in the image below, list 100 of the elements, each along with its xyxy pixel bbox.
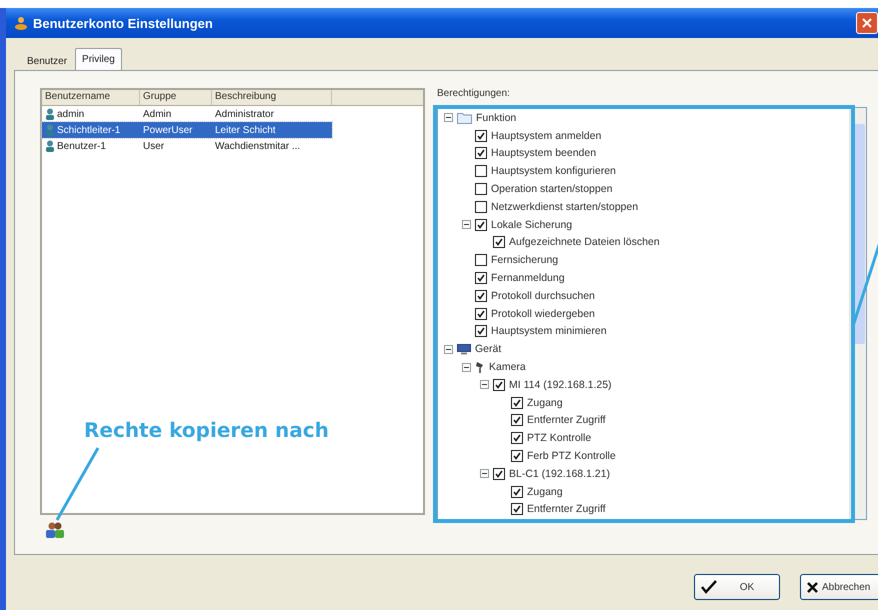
minus-icon <box>464 364 469 370</box>
minus-icon <box>464 222 469 228</box>
tree-item-label[interactable]: MI 114 (192.168.1.25) <box>509 378 612 391</box>
table-cell-text: PowerUser <box>142 124 194 136</box>
checkbox[interactable] <box>475 147 487 160</box>
tab[interactable]: Privileg <box>75 48 122 70</box>
tree-item-label[interactable]: Fernanmeldung <box>491 272 565 284</box>
checkbox[interactable] <box>475 218 487 231</box>
column-header[interactable]: Beschreibung <box>212 90 332 105</box>
tree-item-label[interactable]: Hauptsystem beenden <box>491 147 596 160</box>
checkbox[interactable] <box>475 130 487 142</box>
table-cell-text: User <box>142 140 166 152</box>
window-title: Benutzerkonto Einstellungen <box>33 16 214 30</box>
table-cell-text: Admin <box>142 108 172 120</box>
checkmark-icon <box>513 505 521 514</box>
table-cell: Schichtleiter-1 <box>57 124 120 136</box>
checkmark-icon <box>701 580 717 594</box>
checkbox[interactable] <box>475 308 487 320</box>
cancel-button[interactable]: Abbrechen <box>800 574 878 600</box>
tree-item-label[interactable]: Gerät <box>475 343 502 356</box>
checkbox[interactable] <box>475 272 487 284</box>
tree-item-label[interactable]: BL-C1 (192.168.1.21) <box>509 468 610 480</box>
column-header[interactable]: Gruppe <box>140 90 212 105</box>
checkmark-icon <box>477 310 485 318</box>
tree-item-label[interactable]: Kamera <box>489 361 526 374</box>
checkbox[interactable] <box>511 503 523 516</box>
checkmark-icon <box>495 238 503 246</box>
collapse-toggle[interactable] <box>462 220 471 230</box>
checkmark-icon <box>477 220 485 229</box>
tree-item-label[interactable]: Operation starten/stoppen <box>491 183 612 196</box>
folder-icon <box>457 112 472 124</box>
checkbox[interactable] <box>493 468 505 480</box>
camera-icon <box>475 361 485 374</box>
table-cell-text: Administrator <box>214 108 275 120</box>
checkmark-icon <box>495 380 503 389</box>
checkmark-icon <box>477 327 485 336</box>
tree-item-label[interactable]: Funktion <box>476 112 516 124</box>
table-cell: Benutzer-1 <box>57 140 106 152</box>
tree-item-label[interactable]: Lokale Sicherung <box>491 218 572 231</box>
checkmark-icon <box>513 488 521 496</box>
checkbox[interactable] <box>475 183 487 196</box>
tree-item-label[interactable]: PTZ Kontrolle <box>527 432 592 444</box>
table-cell-text: Leiter Schicht <box>214 124 277 136</box>
checkbox[interactable] <box>475 165 487 178</box>
ok-button[interactable]: OK <box>694 574 780 600</box>
tree-item-label[interactable]: Hauptsystem anmelden <box>491 130 602 142</box>
tab[interactable]: Benutzer <box>20 51 74 70</box>
checkbox[interactable] <box>475 200 487 213</box>
checkmark-icon <box>477 274 485 282</box>
close-icon <box>862 18 872 28</box>
table-cell: admin <box>57 108 84 120</box>
tree-item-label[interactable]: Hauptsystem minimieren <box>491 325 607 338</box>
collapse-toggle[interactable] <box>462 362 471 372</box>
tree-item-label[interactable]: Entfernter Zugriff <box>527 503 606 516</box>
user-row[interactable]: admin Admin Administrator <box>42 106 332 122</box>
checkbox[interactable] <box>475 325 487 338</box>
user-icon <box>45 124 55 136</box>
callout-text: Rechte kopieren nach <box>84 418 329 442</box>
close-icon <box>807 582 818 592</box>
tree-item-label[interactable]: Protokoll durchsuchen <box>491 290 595 302</box>
monitor-icon <box>457 344 471 355</box>
checkmark-icon <box>513 434 521 442</box>
checkmark-icon <box>477 132 485 140</box>
tree-item-label[interactable]: Entfernter Zugriff <box>527 414 606 426</box>
checkmark-icon <box>477 149 485 158</box>
checkmark-icon <box>513 452 521 460</box>
column-header[interactable]: Benutzername <box>42 90 140 105</box>
user-icon <box>45 140 55 152</box>
tree-item-label[interactable]: Fernsicherung <box>491 254 558 266</box>
user-icon <box>14 16 28 30</box>
tree-item-label[interactable]: Protokoll wiedergeben <box>491 308 595 320</box>
close-button[interactable] <box>856 12 878 34</box>
tree-item-label[interactable]: Netzwerkdienst starten/stoppen <box>491 200 638 213</box>
table-cell-text: Wachdienstmitar ... <box>214 140 302 152</box>
tree-item-label[interactable]: Zugang <box>527 486 563 498</box>
checkbox[interactable] <box>475 254 487 266</box>
checkbox[interactable] <box>511 432 523 444</box>
checkbox[interactable] <box>511 396 523 409</box>
checkbox[interactable] <box>511 450 523 462</box>
collapse-toggle[interactable] <box>444 113 453 122</box>
checkmark-icon <box>513 398 521 407</box>
collapse-toggle[interactable] <box>444 344 453 354</box>
minus-icon <box>446 115 451 120</box>
checkbox[interactable] <box>493 236 505 248</box>
tree-item-label[interactable]: Zugang <box>527 396 563 409</box>
minus-icon <box>482 471 487 476</box>
tree-item-label[interactable]: Ferb PTZ Kontrolle <box>527 450 616 462</box>
checkbox[interactable] <box>511 414 523 426</box>
checkbox[interactable] <box>511 486 523 498</box>
user-row[interactable]: Benutzer-1 User Wachdienstmitar ... <box>42 138 332 154</box>
checkbox[interactable] <box>493 378 505 391</box>
checkmark-icon <box>477 292 485 300</box>
user-row[interactable]: Schichtleiter-1 PowerUser Leiter Schicht <box>42 122 332 138</box>
tree-item-label[interactable]: Hauptsystem konfigurieren <box>491 165 616 178</box>
collapse-toggle[interactable] <box>480 469 489 478</box>
checkbox[interactable] <box>475 290 487 302</box>
tree-item-label[interactable]: Aufgezeichnete Dateien löschen <box>509 236 660 248</box>
minus-icon <box>446 346 451 352</box>
user-icon <box>45 108 55 120</box>
collapse-toggle[interactable] <box>480 380 489 390</box>
